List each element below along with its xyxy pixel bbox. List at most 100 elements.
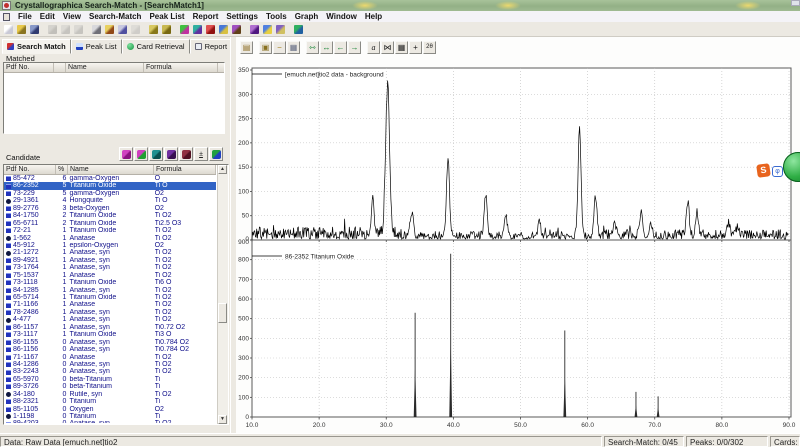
tab-search-match[interactable]: Search Match <box>2 39 71 54</box>
menu-window[interactable]: Window <box>322 11 361 22</box>
crosshair-button[interactable]: + <box>409 41 422 54</box>
clear-match-button[interactable] <box>204 23 216 36</box>
tab-peak-list[interactable]: Peak List <box>71 39 122 54</box>
candidate-row[interactable]: 85-4726gamma-OxygenO <box>4 175 216 182</box>
menu-file[interactable]: File <box>14 11 36 22</box>
preferences-button[interactable] <box>292 23 304 36</box>
candidate-row[interactable]: 65-59700beta-TitaniumTi <box>4 376 216 383</box>
zoom-out-button[interactable]: ↔ <box>320 41 333 54</box>
candidate-row[interactable]: 73-2295gamma-OxygenO2 <box>4 190 216 197</box>
grid-toggle-button[interactable]: ▦ <box>395 41 408 54</box>
candidate-row[interactable]: 73-11171Titanium OxideTi3 O <box>4 331 216 338</box>
matched-list[interactable]: Pdf No. NameFormula <box>3 62 225 134</box>
column-header-pdfno[interactable]: Pdf No. <box>4 63 54 72</box>
save-graph-button[interactable]: ▦ <box>287 41 300 54</box>
context-help-button[interactable] <box>116 23 128 36</box>
candidate-row[interactable]: 89-27763beta-OxygenO2 <box>4 205 216 212</box>
candidate-row[interactable]: 71-11661AnataseTi O2 <box>4 301 216 308</box>
card-view-button[interactable] <box>147 23 159 36</box>
candidate-row[interactable]: 89-37260beta-TitaniumTi <box>4 383 216 390</box>
mdi-document-icon[interactable] <box>3 13 10 21</box>
zoom-extents-button[interactable]: ⇿ <box>306 41 319 54</box>
candidate-row[interactable]: 75-15371AnataseTi O2 <box>4 272 216 279</box>
candidate-row[interactable]: 29-13614HongquiiteTi O <box>4 197 216 204</box>
scroll-down-icon[interactable]: ▼ <box>218 415 227 424</box>
pattern-colors-button[interactable] <box>230 23 242 36</box>
graph-window2-button[interactable] <box>274 23 286 36</box>
zoom-box-button[interactable]: ⋈ <box>381 41 394 54</box>
candidate-row[interactable]: 72-211Titanium OxideTi O2 <box>4 227 216 234</box>
candidate-row[interactable]: 88-23210TitaniumTi <box>4 398 216 405</box>
column-header-blank[interactable] <box>54 63 66 72</box>
candidate-row[interactable]: 65-67112Titanium OxideTi2.5 O3 <box>4 220 216 227</box>
candidate-row[interactable]: 86-11550Anatase, synTi0.784 O2 <box>4 339 216 346</box>
candidate-scrollbar[interactable]: ▲ ▼ <box>217 165 228 424</box>
candidate-row[interactable]: 34-1800Rutile, synTi O2 <box>4 391 216 398</box>
candidate-row[interactable]: 86-11560Anatase, synTi0.784 O2 <box>4 346 216 353</box>
menu-search-match[interactable]: Search-Match <box>85 11 145 22</box>
show-peaks-a-button[interactable] <box>149 147 163 161</box>
column-header-formula[interactable]: Formula <box>144 63 218 72</box>
open-file-button[interactable] <box>15 23 27 36</box>
graph-window-button[interactable] <box>261 23 273 36</box>
menu-peak-list[interactable]: Peak List <box>145 11 188 22</box>
text-tool-button[interactable] <box>248 23 260 36</box>
candidate-row[interactable]: 1-5621AnataseTi O2 <box>4 235 216 242</box>
candidate-row[interactable]: 89-42030Anatase, synTi O2 <box>4 420 216 423</box>
menu-help[interactable]: Help <box>361 11 386 22</box>
peak-edit-button[interactable] <box>191 23 203 36</box>
candidate-row[interactable]: 89-49211Anatase, synTi O2 <box>4 257 216 264</box>
scrollbar-thumb[interactable] <box>218 303 227 323</box>
copy-graph-button[interactable]: ▣ <box>259 41 272 54</box>
tab-card-retrieval[interactable]: Card Retrieval <box>122 39 190 54</box>
new-file-button[interactable] <box>2 23 14 36</box>
column-header-formula[interactable]: Formula <box>154 165 216 174</box>
menu-settings[interactable]: Settings <box>222 11 262 22</box>
candidate-row[interactable]: 84-12860Anatase, synTi O2 <box>4 361 216 368</box>
menu-graph[interactable]: Graph <box>291 11 323 22</box>
notes-button[interactable]: ▤ <box>240 41 253 54</box>
candidate-row[interactable]: 21-12721Anatase, synTi O2 <box>4 249 216 256</box>
candidate-row[interactable]: 86-11571Anatase, synTi0.72 O2 <box>4 324 216 331</box>
candidate-row[interactable]: 71-11670AnataseTi O2 <box>4 354 216 361</box>
candidate-row[interactable]: 83-22430Anatase, synTi O2 <box>4 368 216 375</box>
tab-report[interactable]: Report <box>190 39 233 54</box>
column-header-name[interactable]: Name <box>66 63 144 72</box>
candidate-row[interactable]: 78-24861Anatase, synTi O2 <box>4 309 216 316</box>
subtract-background-button[interactable]: − <box>273 41 286 54</box>
delete-phase-button[interactable] <box>119 147 133 161</box>
candidate-row[interactable]: 84-12851Anatase, synTi O2 <box>4 287 216 294</box>
database-globe-button[interactable] <box>217 23 229 36</box>
candidate-row[interactable]: 84-17502Titanium OxideTi O2 <box>4 212 216 219</box>
show-peaks-b-button[interactable] <box>164 147 178 161</box>
candidate-list[interactable]: Pdf No.%NameFormula 85-4726gamma-OxygenO… <box>3 164 229 425</box>
candidate-row[interactable]: 73-11181Titanium OxideTi6 O <box>4 279 216 286</box>
menu-tools[interactable]: Tools <box>262 11 291 22</box>
candidate-row[interactable]: 1-11980TitaniumTi <box>4 413 216 420</box>
plus-minus-button[interactable]: ± <box>194 147 208 161</box>
candidate-row[interactable]: 4-4771Anatase, synTi O2 <box>4 316 216 323</box>
menu-report[interactable]: Report <box>189 11 223 22</box>
candidate-row[interactable]: 45-9121epsilon-OxygenO2 <box>4 242 216 249</box>
scroll-up-icon[interactable]: ▲ <box>218 165 227 174</box>
candidate-row[interactable]: 85-11050OxygenO2 <box>4 406 216 413</box>
menu-edit[interactable]: Edit <box>36 11 59 22</box>
candidate-row[interactable]: 65-57141Titanium OxideTi O2 <box>4 294 216 301</box>
print-button[interactable] <box>90 23 102 36</box>
search-match-run-button[interactable] <box>178 23 190 36</box>
save-button[interactable] <box>28 23 40 36</box>
column-header-name[interactable]: Name <box>68 165 154 174</box>
two-theta-axis-button[interactable]: 2θ <box>423 41 436 54</box>
candidate-row[interactable]: 73-17641Anatase, synTi O2 <box>4 264 216 271</box>
pan-left-button[interactable]: ← <box>334 41 347 54</box>
candidate-row[interactable]: 86-23525Titanium OxideTi O <box>4 182 216 189</box>
title-bar[interactable]: Crystallographica Search-Match - [Search… <box>0 0 800 11</box>
column-header-%[interactable]: % <box>56 165 68 174</box>
accept-phase-button[interactable] <box>134 147 148 161</box>
pan-right-button[interactable]: → <box>348 41 361 54</box>
annotate-button[interactable]: a <box>367 41 380 54</box>
card-stack-button[interactable] <box>160 23 172 36</box>
show-peaks-c-button[interactable] <box>179 147 193 161</box>
retrieve-card-button[interactable] <box>209 147 223 161</box>
help-button[interactable] <box>103 23 115 36</box>
